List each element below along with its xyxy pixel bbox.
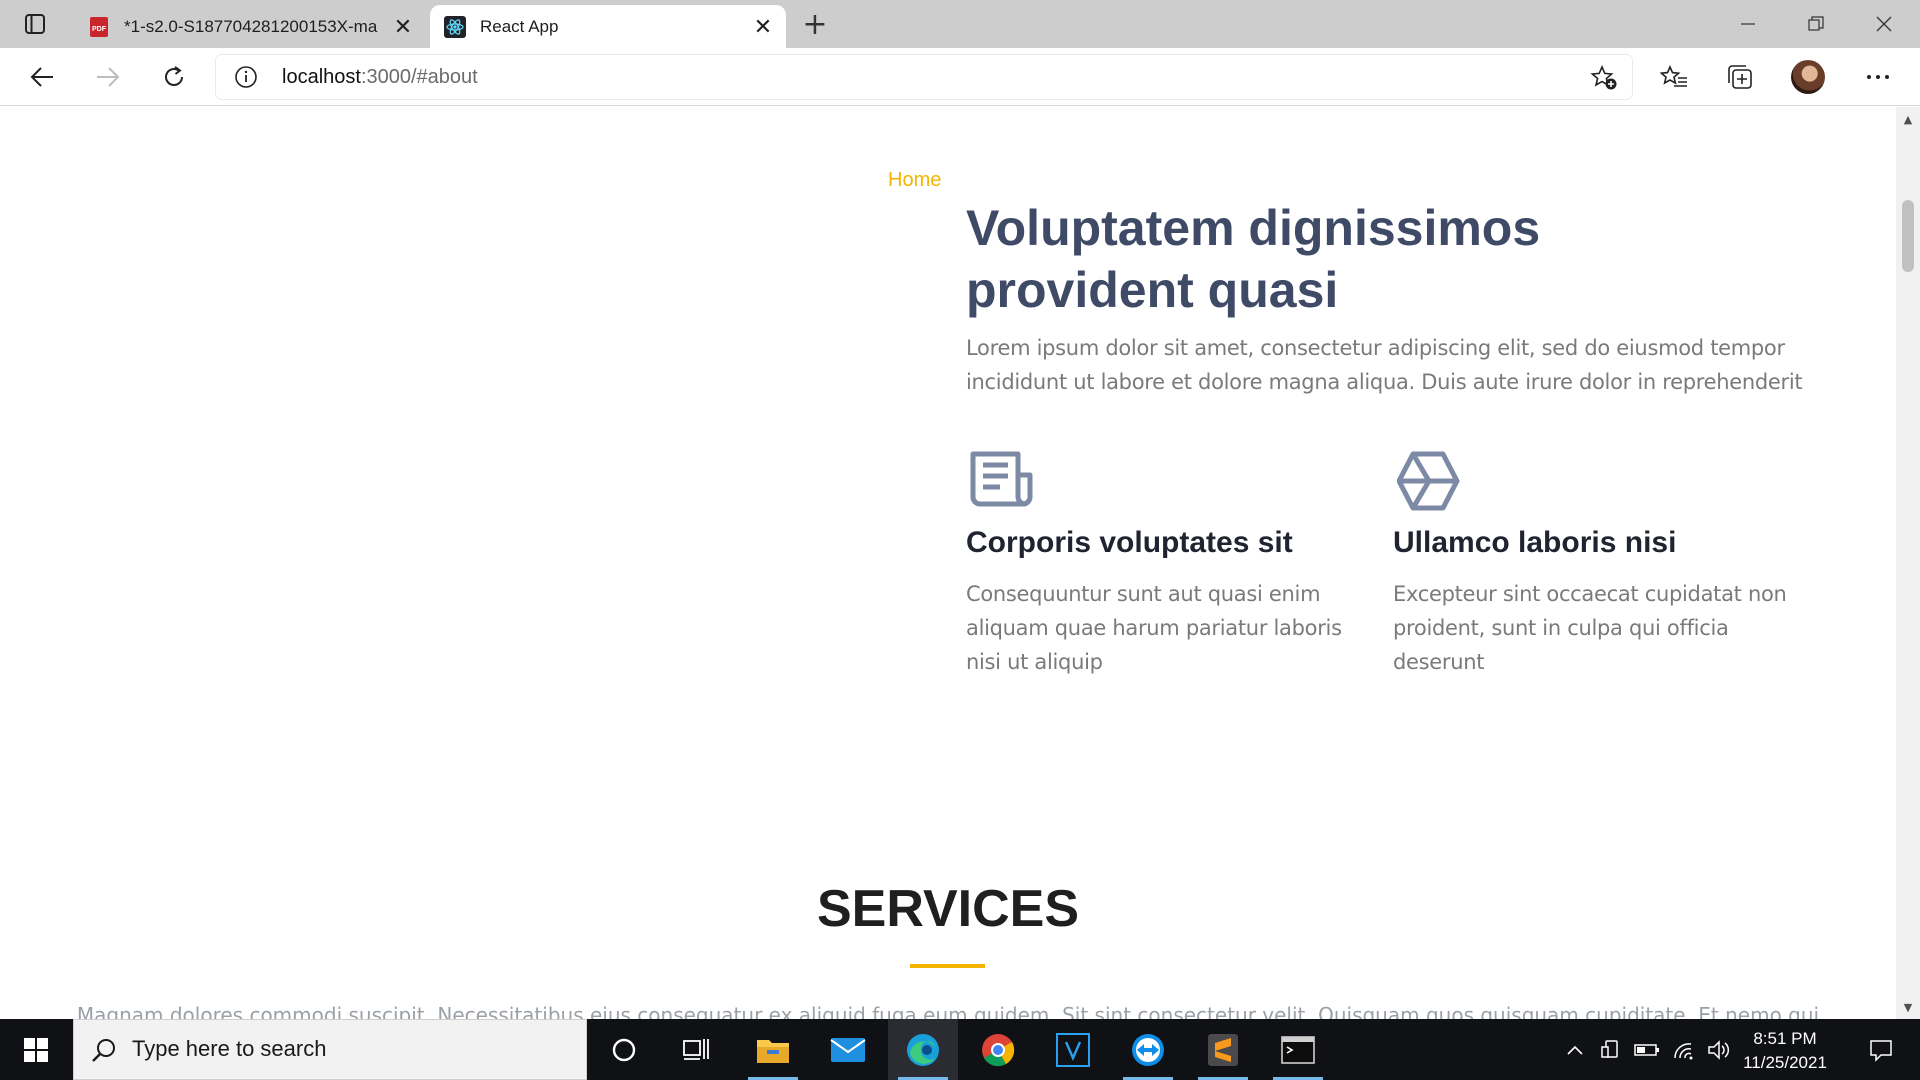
taskbar-clock[interactable]: 8:51 PM 11/25/2021 — [1730, 1027, 1840, 1075]
profile-avatar[interactable] — [1791, 60, 1825, 94]
teamviewer-icon[interactable] — [1113, 1019, 1183, 1080]
scroll-down-icon[interactable]: ▼ — [1896, 995, 1920, 1019]
forward-button[interactable] — [88, 57, 128, 97]
collections-icon — [1728, 65, 1752, 89]
edge-icon[interactable] — [888, 1019, 958, 1080]
services-description: Magnam dolores commodi suscipit. Necessi… — [76, 1003, 1820, 1019]
scroll-up-icon[interactable]: ▲ — [1896, 107, 1920, 131]
restore-icon[interactable] — [1782, 0, 1850, 48]
taskbar-search-box[interactable]: Type here to search — [73, 1019, 587, 1080]
vs-code-icon[interactable] — [1038, 1019, 1108, 1080]
feature-title: Ullamco laboris nisi — [1393, 526, 1677, 559]
services-heading: SERVICES — [816, 880, 1080, 938]
refresh-button[interactable] — [154, 57, 194, 97]
url-text: localhost:3000/#about — [282, 66, 478, 89]
show-hidden-icons-icon[interactable] — [1560, 1019, 1590, 1080]
arrow-left-icon — [30, 67, 53, 87]
arrow-right-icon — [97, 67, 120, 87]
chrome-icon[interactable] — [963, 1019, 1033, 1080]
notifications-icon[interactable] — [1856, 1019, 1906, 1080]
about-title: Voluptatem dignissimos provident quasi — [966, 200, 1541, 318]
breadcrumb-home-link[interactable]: Home — [888, 169, 941, 192]
close-window-icon[interactable] — [1850, 0, 1918, 48]
close-tab-icon[interactable]: ✕ — [388, 12, 418, 42]
wifi-icon[interactable] — [1668, 1019, 1698, 1080]
hexagon-icon — [1396, 451, 1460, 511]
start-button[interactable] — [0, 1019, 72, 1080]
clock-time: 8:51 PM — [1753, 1029, 1817, 1048]
refresh-icon — [165, 66, 183, 86]
section-divider — [910, 964, 985, 968]
tab-strip: PDF *1-s2.0-S187704281200153X-ma ✕ React… — [0, 0, 1920, 48]
favorites-icon — [1660, 65, 1687, 87]
address-bar[interactable]: localhost:3000/#about — [216, 55, 1632, 99]
search-icon — [92, 1039, 115, 1062]
pdf-icon: PDF — [88, 16, 110, 38]
svg-text:PDF: PDF — [92, 26, 107, 33]
tab-title: *1-s2.0-S187704281200153X-ma — [124, 16, 378, 36]
device-icon[interactable] — [1596, 1019, 1626, 1080]
tab-actions-button[interactable] — [14, 9, 56, 39]
collections-button[interactable] — [1722, 59, 1758, 95]
windows-logo-icon — [24, 1037, 48, 1062]
new-tab-button[interactable]: + — [798, 7, 832, 42]
page-scrollbar[interactable]: ▲ ▼ — [1896, 107, 1920, 1019]
react-icon — [444, 15, 466, 38]
add-favorite-icon[interactable] — [1590, 65, 1618, 91]
settings-more-button[interactable] — [1860, 59, 1896, 95]
tab-pdf-document[interactable]: PDF *1-s2.0-S187704281200153X-ma ✕ — [74, 5, 426, 48]
mail-icon[interactable] — [813, 1019, 883, 1080]
feature-text: Excepteur sint occaecat cupidatat non pr… — [1393, 582, 1787, 674]
info-icon[interactable] — [234, 65, 258, 89]
file-explorer-icon[interactable] — [738, 1019, 808, 1080]
url-host: localhost — [282, 66, 361, 88]
back-button[interactable] — [22, 57, 62, 97]
battery-icon[interactable] — [1632, 1019, 1662, 1080]
tab-react-app[interactable]: React App ✕ — [430, 5, 786, 48]
sublime-text-icon[interactable] — [1188, 1019, 1258, 1080]
windows-taskbar: Type here to search 8:51 PM 11/25/2021 — [0, 1019, 1920, 1080]
terminal-icon[interactable] — [1263, 1019, 1333, 1080]
task-view-icon[interactable] — [661, 1019, 731, 1080]
feature-card: Ullamco laboris nisi Excepteur sint occa… — [1393, 451, 1793, 679]
minimize-icon[interactable] — [1714, 0, 1782, 48]
clock-date: 11/25/2021 — [1743, 1053, 1827, 1072]
feature-title: Corporis voluptates sit — [966, 526, 1293, 559]
url-path: :3000/#about — [360, 66, 478, 88]
more-icon — [1867, 75, 1889, 79]
newspaper-icon — [970, 451, 1033, 507]
close-tab-icon[interactable]: ✕ — [748, 12, 778, 42]
about-description: Lorem ipsum dolor sit amet, consectetur … — [966, 336, 1803, 394]
scrollbar-thumb[interactable] — [1902, 200, 1914, 272]
feature-card: Corporis voluptates sit Consequuntur sun… — [966, 451, 1366, 679]
cortana-icon[interactable] — [589, 1019, 659, 1080]
tab-title: React App — [480, 16, 559, 36]
page-content: Home Voluptatem dignissimos provident qu… — [0, 107, 1896, 1019]
search-placeholder: Type here to search — [132, 1036, 327, 1061]
tab-actions-icon — [25, 14, 45, 34]
feature-text: Consequuntur sunt aut quasi enim aliquam… — [966, 582, 1342, 674]
browser-toolbar: localhost:3000/#about — [0, 48, 1920, 106]
favorites-button[interactable] — [1656, 59, 1692, 95]
